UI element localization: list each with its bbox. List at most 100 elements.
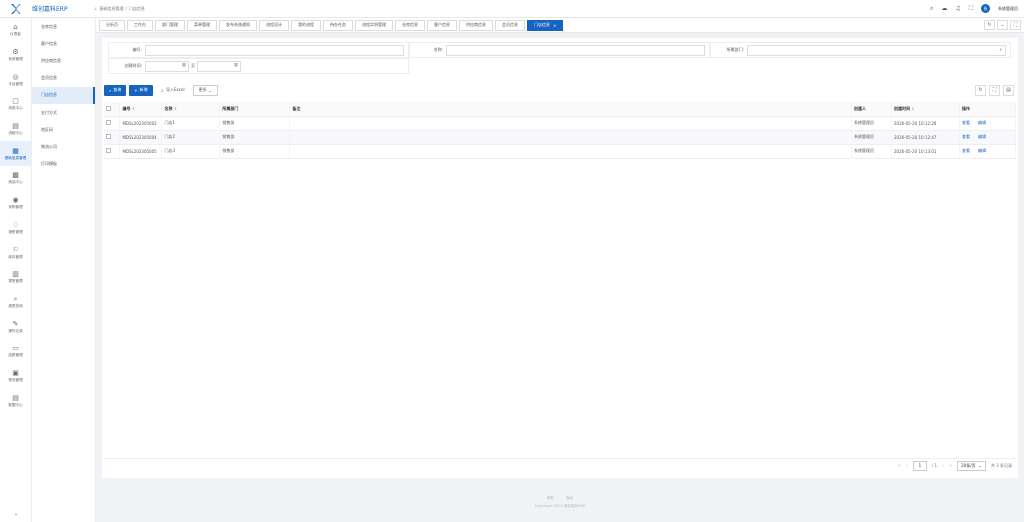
columns-icon[interactable]: ▤ xyxy=(1003,84,1014,96)
cloud-icon[interactable]: ☁ xyxy=(941,5,947,12)
tab-item[interactable]: 待办任务 xyxy=(323,19,353,31)
submenu-item[interactable]: 物流公司 xyxy=(32,138,95,155)
column-header-created[interactable]: 创建时间 ⇕ xyxy=(891,102,960,117)
page-input[interactable]: 1 xyxy=(912,460,927,471)
rail-item-reports[interactable]: ⌕ 报表查询 xyxy=(0,290,31,315)
row-checkbox[interactable] xyxy=(106,134,111,139)
fullscreen-icon[interactable]: ⛶ xyxy=(1010,20,1021,30)
footer-link-help[interactable]: 帮助 xyxy=(547,496,554,501)
search-icon[interactable]: ⌕ xyxy=(999,47,1002,53)
more-dropdown[interactable]: 更多 ⌄ xyxy=(192,84,218,96)
submenu-item[interactable]: 门店信息 xyxy=(32,86,95,104)
data-icon: ▤ xyxy=(12,393,19,402)
table-row[interactable]: MDSL202305004 门店2 销售部 系统管理员 2026-05-20 10:12… xyxy=(104,130,1017,145)
view-link[interactable]: 查看 xyxy=(962,134,970,139)
search-button[interactable]: ⌕ 查询 xyxy=(104,84,127,96)
edit-link[interactable]: 编辑 xyxy=(978,148,986,153)
rail-item-platform[interactable]: ◎ 平台管理 xyxy=(0,67,31,92)
edit-link[interactable]: 编辑 xyxy=(978,120,986,125)
fullscreen-icon[interactable]: ⛶ xyxy=(989,84,1000,96)
page-size-select[interactable]: 20条/页 ⌄ xyxy=(957,460,986,471)
code-input[interactable] xyxy=(145,44,404,56)
tab-item[interactable]: 供应商信息 xyxy=(459,19,493,31)
bell-icon[interactable]: ♫ xyxy=(955,5,960,12)
name-input[interactable] xyxy=(446,44,705,56)
rail-item-data[interactable]: ▤ 数据中心 xyxy=(0,388,31,413)
footer-link-privacy[interactable]: 隐私 xyxy=(566,496,573,501)
table-row[interactable]: MDSL202305005 门店3 销售部 系统管理员 2026-05-20 10:13… xyxy=(104,144,1017,159)
add-button[interactable]: + 新增 xyxy=(129,84,153,96)
search-icon[interactable]: ⌕ xyxy=(930,5,933,13)
end-date-input[interactable]: ▦ xyxy=(197,60,241,72)
row-checkbox[interactable] xyxy=(106,120,111,125)
x-logo-icon[interactable] xyxy=(0,3,32,14)
avatar[interactable]: 系 xyxy=(981,4,990,13)
edit-link[interactable]: 编辑 xyxy=(978,134,986,139)
sort-icon[interactable]: ⇕ xyxy=(174,106,177,111)
tab-item[interactable]: 客户信息 xyxy=(427,19,457,31)
submenu-item[interactable]: 支付方式 xyxy=(32,104,95,121)
prev-page-icon[interactable]: ‹ xyxy=(906,463,908,469)
column-header-code[interactable]: 编号 ⇕ xyxy=(119,102,163,117)
first-page-icon[interactable]: « xyxy=(898,463,901,469)
tab-item[interactable]: 我的流程 xyxy=(291,19,321,31)
cell-created: 2026-05-20 10:12:47 xyxy=(891,130,960,145)
name-label: 名称: xyxy=(433,47,443,52)
pin-icon[interactable]: ⊥ xyxy=(94,6,97,11)
last-page-icon[interactable]: » xyxy=(949,463,952,469)
dept-select[interactable]: ⌕ xyxy=(747,44,1006,56)
rail-item-basic-info[interactable]: ▦ 基础信息管理 xyxy=(0,141,31,167)
next-page-icon[interactable]: › xyxy=(942,463,944,469)
sort-icon[interactable]: ⇕ xyxy=(911,106,914,111)
total-records: 共 3 条记录 xyxy=(990,462,1012,468)
submenu-item[interactable]: 客户信息 xyxy=(32,35,95,52)
rail-item-logistics[interactable]: ▣ 物流管理 xyxy=(0,364,31,389)
cell-code: MDSL202305004 xyxy=(119,130,163,145)
tab-item[interactable]: 分析页 xyxy=(99,19,125,31)
row-checkbox[interactable] xyxy=(106,148,111,153)
submenu-item[interactable]: 会员信息 xyxy=(32,70,95,87)
chevron-down-icon[interactable]: ⌄ xyxy=(997,20,1008,30)
rail-item-sales[interactable]: ♢ 销售管理 xyxy=(0,216,31,241)
tab-item[interactable]: 会员信息 xyxy=(495,19,525,31)
submenu-item[interactable]: 地区码 xyxy=(32,121,95,138)
submenu-item[interactable]: 供应商信息 xyxy=(32,52,95,69)
start-date-input[interactable]: ▦ xyxy=(145,60,189,72)
select-all-checkbox[interactable] xyxy=(106,105,111,111)
import-excel-button[interactable]: ⇩ 导入Excel xyxy=(156,85,190,96)
table-row[interactable]: MDSL202305002 门店1 销售部 系统管理员 2026-05-20 10:12… xyxy=(104,116,1017,131)
tab-item[interactable]: 流程实例管理 xyxy=(355,19,393,31)
breadcrumb-item[interactable]: 基础信息管理 xyxy=(99,6,123,12)
rail-item-purchase[interactable]: ◉ 采购管理 xyxy=(0,191,31,216)
view-link[interactable]: 查看 xyxy=(962,120,970,125)
close-icon[interactable]: × xyxy=(553,23,556,28)
date-range: ▦ 至 ▦ xyxy=(145,60,241,72)
tab-item[interactable]: 工作台 xyxy=(127,19,153,31)
rail-item-messages[interactable]: ▢ 消息中心 xyxy=(0,92,31,117)
view-link[interactable]: 查看 xyxy=(962,148,970,153)
rail-item-system[interactable]: ⚙ 系统管理 xyxy=(0,43,31,68)
sort-icon[interactable]: ⇕ xyxy=(132,106,135,111)
column-header-name[interactable]: 名称 ⇕ xyxy=(161,102,221,117)
tab-item[interactable]: 门店信息 × xyxy=(527,19,564,31)
refresh-icon[interactable]: ↻ xyxy=(984,20,995,30)
tab-item[interactable]: 发布系统通知 xyxy=(219,19,257,31)
rail-item-settlement[interactable]: ▭ 结算管理 xyxy=(0,339,31,364)
tab-item[interactable]: 部门管理 xyxy=(155,19,185,31)
rail-item-dashboard[interactable]: ⌂ 仪表板 xyxy=(0,18,31,43)
tab-item[interactable]: 仓库信息 xyxy=(395,19,425,31)
rail-item-workflow[interactable]: ▤ 流程中心 xyxy=(0,117,31,142)
tab-item[interactable]: 菜单管理 xyxy=(187,19,217,31)
rail-item-retail[interactable]: ▥ 零售管理 xyxy=(0,265,31,290)
tab-item[interactable]: 流程设计 xyxy=(259,19,289,31)
refresh-icon[interactable]: ↻ xyxy=(975,84,986,96)
rail-item-logs[interactable]: ✎ 操作记录 xyxy=(0,314,31,339)
user-name[interactable]: 系统管理员 xyxy=(998,6,1018,12)
collapse-sidebar-icon[interactable]: « xyxy=(0,512,32,518)
rail-item-inventory[interactable]: ⚐ 库存管理 xyxy=(0,240,31,265)
fullscreen-icon[interactable]: ⛶ xyxy=(969,5,973,13)
submenu-item[interactable]: 打印模板 xyxy=(32,156,95,173)
rail-item-goods[interactable]: ▩ 商品中心 xyxy=(0,166,31,191)
rail-item-label: 消息中心 xyxy=(8,106,23,111)
submenu-item[interactable]: 仓库信息 xyxy=(32,18,95,35)
